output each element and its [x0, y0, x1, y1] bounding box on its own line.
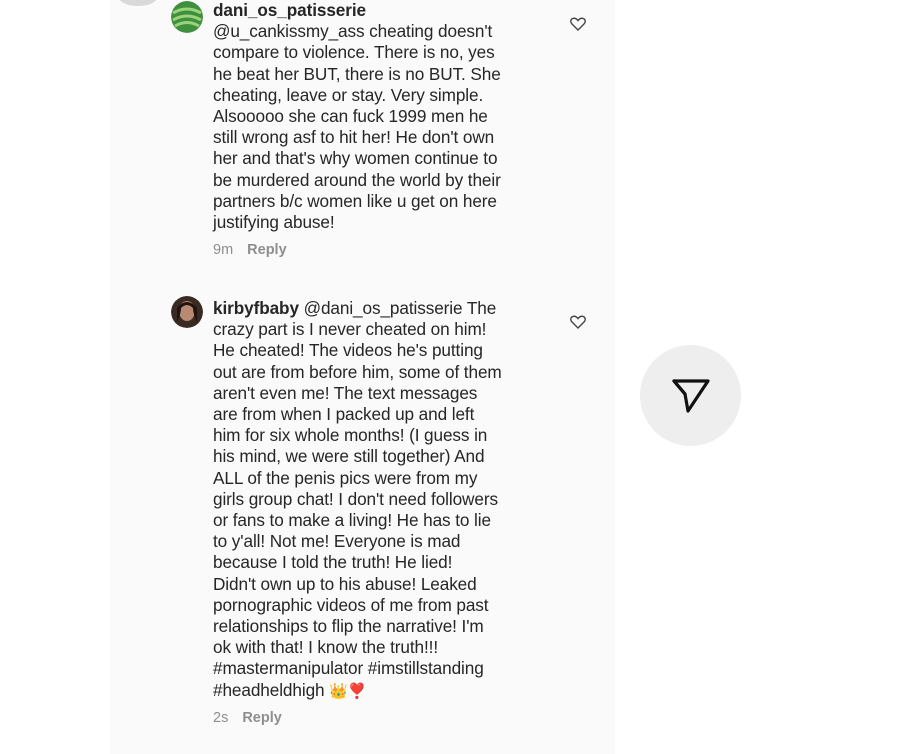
comment-meta: 2s Reply	[213, 710, 282, 726]
profile-photo-icon	[171, 296, 203, 328]
comment-line: partners b/c women like u get on here	[213, 190, 497, 211]
comment-line: are from when I packed up and left	[213, 404, 475, 425]
comment-line: cheating, leave or stay. Very simple.	[213, 84, 484, 105]
heart-outline-icon[interactable]	[570, 315, 586, 329]
watermelon-avatar-icon	[171, 1, 203, 33]
comment-line: because I told the truth! He lied!	[213, 552, 453, 573]
paper-plane-icon	[672, 379, 710, 413]
comment-line: compare to violence. There is no, yes	[213, 42, 495, 63]
comment-line: be murdered around the world by their	[213, 169, 501, 190]
comment-line: crazy part is I never cheated on him!	[213, 319, 487, 340]
heart-outline-icon[interactable]	[570, 17, 586, 31]
crown-heart-emoji: 👑❣️	[329, 682, 367, 700]
comment-line: still wrong asf to hit her! He don't own	[213, 127, 495, 148]
comment-line: out are from before him, some of them	[213, 361, 502, 382]
avatar[interactable]	[171, 296, 203, 328]
comment-line: justifying abuse!	[213, 212, 335, 233]
comment-line: he beat her BUT, there is no BUT. She	[213, 63, 501, 84]
comment-line: @u_cankissmy_ass cheating doesn't	[213, 21, 493, 42]
comment-mention-line: @dani_os_patisserie The	[303, 298, 497, 318]
comment-body: dani_os_patisserie @u_cankissmy_ass chea…	[213, 0, 558, 233]
comment-meta: 9m Reply	[213, 242, 287, 258]
comment-line: pornographic videos of me from past	[213, 594, 489, 615]
comment-username[interactable]: kirbyfbaby	[213, 298, 299, 318]
comment-body: kirbyfbaby @dani_os_patisserie The crazy…	[213, 298, 558, 702]
comment-line: He cheated! The videos he's putting	[213, 340, 483, 361]
share-button[interactable]	[640, 345, 741, 446]
hashtag-line: #headheldhigh	[213, 679, 325, 700]
comment-line: her and that's why women continue to	[213, 148, 498, 169]
comment-line: or fans to make a living! He has to lie	[213, 510, 491, 531]
comment-line: aren't even me! The text messages	[213, 382, 478, 403]
comment-line: relationships to flip the narrative! I'm	[213, 616, 484, 637]
comment-line: Didn't own up to his abuse! Leaked	[213, 573, 477, 594]
comment-line: ok with that! I know the truth!!!	[213, 637, 439, 658]
avatar[interactable]	[171, 1, 203, 33]
comment-line: girls group chat! I don't need followers	[213, 488, 498, 509]
comment-username[interactable]: dani_os_patisserie	[213, 0, 366, 20]
hashtag-line: #mastermanipulator #imstillstanding	[213, 658, 484, 679]
comment-line: ALL of the penis pics were from my	[213, 467, 478, 488]
comment-timestamp: 9m	[213, 242, 234, 258]
comment-line: him for six whole months! (I guess in	[213, 425, 488, 446]
comment-timestamp: 2s	[213, 710, 229, 726]
reply-button[interactable]: Reply	[242, 710, 282, 726]
comment-line: his mind, we were still together) And	[213, 446, 485, 467]
reply-button[interactable]: Reply	[247, 242, 287, 258]
comment-line: to y'all! Not me! Everyone is mad	[213, 531, 461, 552]
comment-line: Alsooooo she can fuck 1999 men he	[213, 106, 488, 127]
